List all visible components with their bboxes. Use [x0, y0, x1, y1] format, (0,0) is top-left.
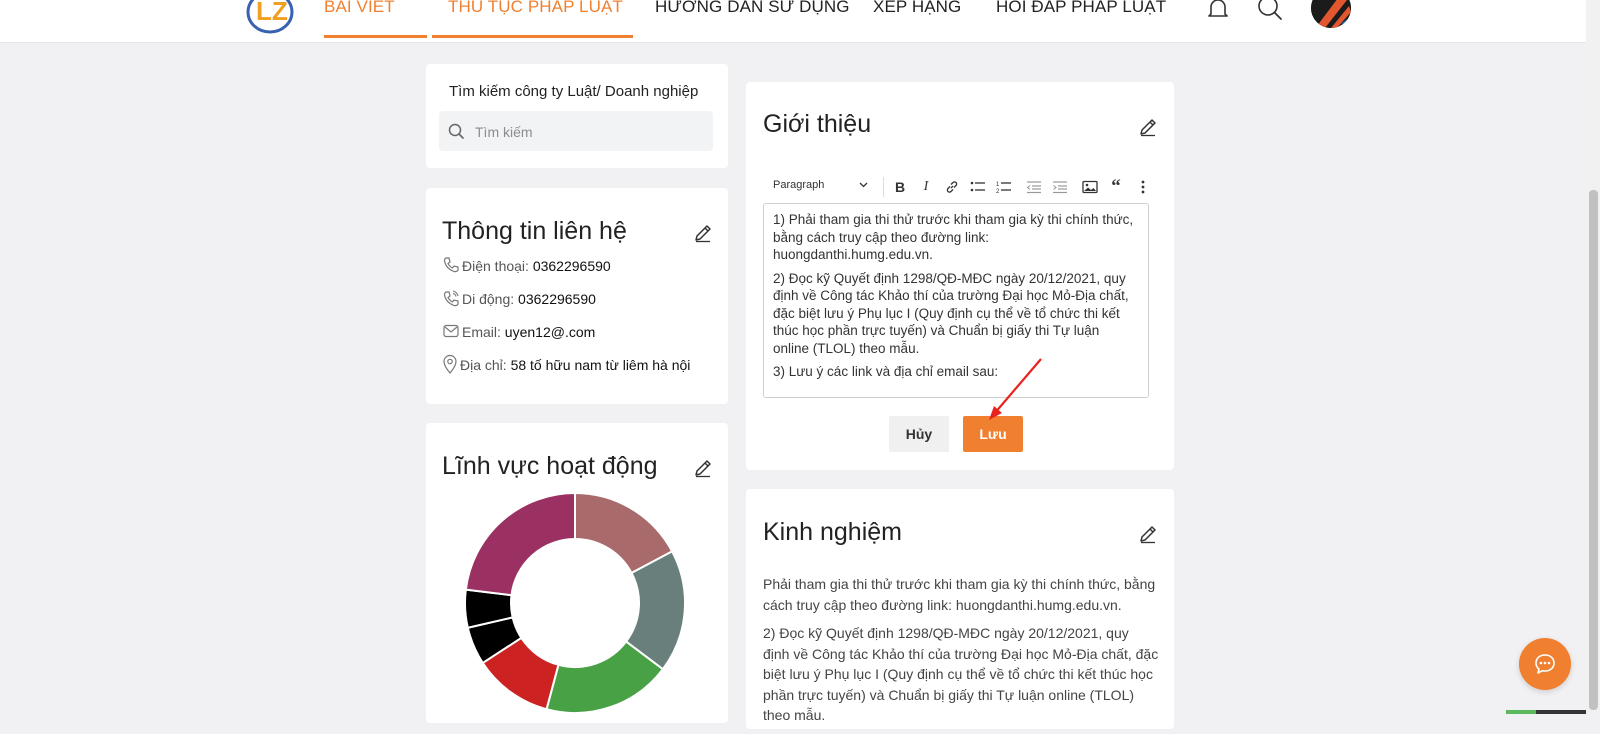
- experience-body: Phải tham gia thi thử trước khi tham gia…: [763, 574, 1159, 734]
- nav-label: XẾP HẠNG: [873, 0, 962, 16]
- blockquote-icon[interactable]: “: [1104, 175, 1128, 199]
- contact-email-row: Email: uyen12@.com: [442, 322, 595, 342]
- nav-label: THỦ TỤC PHÁP LUẬT: [448, 0, 623, 16]
- experience-paragraph: 2) Đọc kỹ Quyết định 1298/QĐ-MĐC ngày 20…: [763, 625, 1159, 723]
- company-search-field[interactable]: [439, 111, 713, 153]
- nav-label: HƯỚNG DẪN SỬ DỤNG: [655, 0, 850, 16]
- bell-icon[interactable]: [1204, 0, 1232, 24]
- chat-support-button[interactable]: [1519, 638, 1571, 690]
- experience-card: Kinh nghiệm Phải tham gia thi thử trước …: [746, 489, 1174, 729]
- nav-label: HỎI ĐÁP PHÁP LUẬT: [996, 0, 1167, 16]
- introduction-card: Giới thiệu Paragraph B I 12 “ 1) Phải th…: [746, 82, 1174, 470]
- toolbar-divider: [883, 177, 884, 197]
- search-card-label: Tìm kiếm công ty Luật/ Doanh nghiệp: [449, 83, 699, 100]
- svg-text:1: 1: [996, 182, 1000, 188]
- phone-icon: [443, 257, 459, 273]
- edit-pencil-icon[interactable]: [1138, 117, 1158, 137]
- corner-widget-strip: [1506, 710, 1536, 714]
- numbered-list-icon[interactable]: 12: [992, 175, 1016, 199]
- svg-text:2: 2: [996, 189, 1000, 194]
- avatar-image: [1311, 0, 1351, 28]
- bold-icon[interactable]: B: [888, 175, 912, 199]
- image-icon[interactable]: [1078, 175, 1102, 199]
- contact-value: 0362296590: [518, 291, 596, 307]
- activity-fields-title: Lĩnh vực hoạt động: [442, 452, 658, 480]
- introduction-title: Giới thiệu: [763, 110, 872, 138]
- nav-hoi-dap-phap-luat[interactable]: HỎI ĐÁP PHÁP LUẬT: [996, 0, 1166, 38]
- contact-address-row: Địa chỉ: 58 tố hữu nam từ liêm hà nội: [442, 355, 690, 375]
- contact-value: 0362296590: [532, 258, 611, 274]
- annotation-arrow-icon: [989, 358, 1042, 420]
- introduction-editor[interactable]: 1) Phải tham gia thi thử trước khi tham …: [763, 203, 1149, 398]
- nav-huong-dan-su-dung[interactable]: HƯỚNG DẪN SỬ DỤNG: [655, 0, 850, 38]
- contact-label: Di động:: [462, 291, 519, 307]
- contact-mobile-row: Di động: 0362296590: [442, 289, 596, 309]
- link-icon[interactable]: [940, 175, 964, 199]
- edit-pencil-icon[interactable]: [1138, 524, 1158, 544]
- donut-segment: [464, 491, 576, 597]
- nav-thu-tuc-phap-luat[interactable]: THỦ TỤC PHÁP LUẬT: [432, 0, 633, 38]
- top-navigation-bar: LZ BÀI VIẾT THỦ TỤC PHÁP LUẬT HƯỚNG DẪN …: [0, 0, 1600, 43]
- italic-icon[interactable]: I: [914, 175, 938, 199]
- nav-active-underline: [432, 35, 633, 38]
- editor-paragraph: 2) Đọc kỹ Quyết định 1298/QĐ-MĐC ngày 20…: [773, 270, 1129, 356]
- editor-paragraph: 1) Phải tham gia thi thử trước khi tham …: [773, 212, 1134, 262]
- contact-card-title: Thông tin liên hệ: [442, 217, 627, 245]
- activity-fields-donut-chart: [464, 491, 686, 714]
- contact-label: Điện thoại:: [462, 258, 533, 274]
- company-search-card: Tìm kiếm công ty Luật/ Doanh nghiệp: [426, 64, 728, 168]
- rich-text-toolbar: Paragraph B I 12 “: [763, 175, 1149, 201]
- avatar[interactable]: [1311, 0, 1351, 28]
- nav-label: BÀI VIẾT: [324, 0, 395, 16]
- contact-value: 58 tố hữu nam từ liêm hà nội: [510, 357, 691, 373]
- page-scrollbar[interactable]: [1586, 0, 1600, 714]
- chevron-down-icon[interactable]: [859, 182, 868, 188]
- chat-bubble-icon: [1535, 654, 1555, 674]
- contact-label: Email:: [462, 324, 505, 340]
- bulleted-list-icon[interactable]: [966, 175, 990, 199]
- location-pin-icon: [443, 355, 457, 375]
- paragraph-style-select[interactable]: Paragraph: [773, 179, 824, 191]
- experience-paragraph: Phải tham gia thi thử trước khi tham gia…: [763, 576, 1156, 613]
- editor-paragraph: 3) Lưu ý các link và địa chỉ email sau:: [773, 364, 999, 379]
- cancel-button[interactable]: Hủy: [889, 416, 949, 452]
- nav-active-underline: [324, 35, 427, 38]
- scrollbar-thumb[interactable]: [1589, 190, 1598, 710]
- edit-pencil-icon[interactable]: [693, 458, 713, 478]
- nav-xep-hang[interactable]: XẾP HẠNG: [873, 0, 961, 38]
- contact-label: Địa chỉ:: [460, 357, 511, 373]
- mail-icon: [443, 325, 459, 338]
- indent-icon[interactable]: [1048, 175, 1072, 199]
- contact-phone-row: Điện thoại: 0362296590: [442, 256, 611, 276]
- experience-title: Kinh nghiệm: [763, 518, 902, 546]
- mobile-phone-icon: [443, 290, 459, 307]
- contact-value: uyen12@.com: [504, 324, 596, 340]
- corner-widget-strip: [1536, 710, 1586, 714]
- activity-fields-card: Lĩnh vực hoạt động: [426, 423, 728, 723]
- site-logo[interactable]: LZ: [244, 0, 296, 34]
- outdent-icon[interactable]: [1022, 175, 1046, 199]
- contact-info-card: Thông tin liên hệ Điện thoại: 0362296590…: [426, 188, 728, 404]
- search-icon: [448, 123, 464, 139]
- nav-bai-viet[interactable]: BÀI VIẾT: [324, 0, 427, 38]
- svg-text:LZ: LZ: [256, 0, 288, 26]
- more-icon[interactable]: [1131, 175, 1155, 199]
- edit-pencil-icon[interactable]: [693, 223, 713, 243]
- search-input[interactable]: [473, 111, 707, 153]
- search-icon[interactable]: [1256, 0, 1284, 24]
